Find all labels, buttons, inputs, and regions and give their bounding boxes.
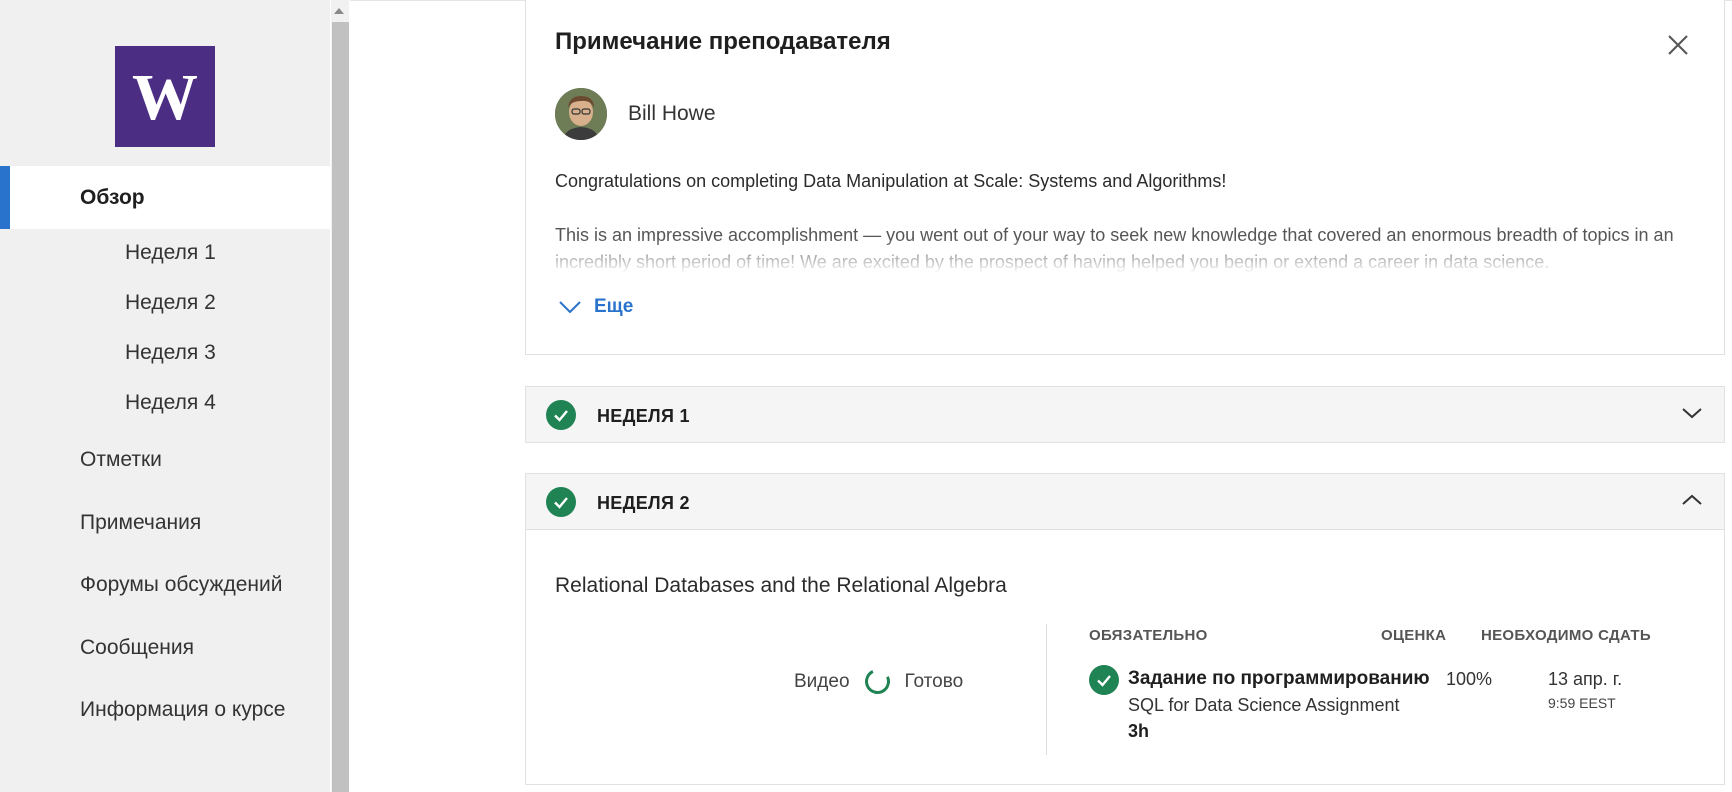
assignment-grade: 100%: [1446, 669, 1493, 689]
w-logo-icon: W: [132, 67, 198, 127]
sidebar-item-week-2[interactable]: Неделя 2: [0, 278, 330, 328]
sidebar-item-label: Неделя 3: [125, 341, 216, 364]
active-indicator: [0, 166, 10, 229]
sidebar-item-forums[interactable]: Форумы обсуждений: [0, 557, 330, 613]
university-logo[interactable]: W: [115, 46, 215, 147]
sidebar-item-messages[interactable]: Сообщения: [0, 620, 330, 676]
chevron-down-icon: [1682, 408, 1702, 419]
sidebar-item-label: Примечания: [80, 511, 202, 534]
close-icon[interactable]: [1665, 32, 1691, 58]
sidebar-item-label: Информация о курсе: [80, 698, 286, 721]
video-label: Видео: [794, 670, 850, 692]
sidebar-item-course-info[interactable]: Информация о курсе: [0, 682, 330, 738]
show-more-label: Еще: [594, 296, 634, 317]
note-paragraph: Congratulations on completing Data Manip…: [555, 171, 1227, 191]
sidebar-item-label: Неделя 2: [125, 291, 216, 314]
instructor-avatar: [555, 88, 607, 140]
sidebar-item-label: Обзор: [80, 185, 145, 209]
sidebar-item-label: Отметки: [80, 448, 162, 471]
column-header-due: НЕОБХОДИМО СДАТЬ: [1481, 627, 1651, 644]
svg-text:W: W: [132, 67, 198, 127]
week-label: НЕДЕЛЯ 1: [597, 406, 690, 426]
sidebar-item-overview[interactable]: Обзор: [0, 166, 330, 229]
sidebar-item-label: Неделя 1: [125, 241, 216, 264]
assignment-due-time: 9:59 EEST: [1548, 695, 1616, 711]
column-divider: [1046, 624, 1047, 755]
progress-ring-icon: [860, 665, 894, 698]
week-2-header[interactable]: НЕДЕЛЯ 2: [525, 473, 1725, 530]
sidebar-item-label: Сообщения: [80, 636, 194, 659]
check-icon: [546, 487, 576, 517]
video-status-row: Видео Готово: [794, 665, 964, 698]
sidebar-item-label: Неделя 4: [125, 391, 216, 414]
video-status: Готово: [904, 670, 964, 692]
week-label: НЕДЕЛЯ 2: [597, 493, 690, 513]
assignment-duration: 3h: [1128, 721, 1150, 741]
chevron-down-icon: [559, 301, 581, 314]
sidebar-item-week-3[interactable]: Неделя 3: [0, 328, 330, 378]
sidebar-item-grades[interactable]: Отметки: [0, 432, 330, 488]
page-title: Примечание преподавателя: [555, 28, 891, 55]
sidebar-item-label: Форумы обсуждений: [80, 573, 283, 596]
assignment-name[interactable]: SQL for Data Science Assignment: [1128, 695, 1399, 716]
scroll-up-arrow-icon[interactable]: [334, 8, 344, 14]
sidebar: W Обзор Неделя 1 Неделя 2 Неделя 3 Недел…: [0, 0, 330, 792]
show-more-button[interactable]: Еще: [558, 296, 633, 318]
sidebar-item-week-1[interactable]: Неделя 1: [0, 228, 330, 278]
chevron-up-icon: [1682, 494, 1702, 505]
sidebar-item-week-4[interactable]: Неделя 4: [0, 378, 330, 428]
column-header-required: ОБЯЗАТЕЛЬНО: [1089, 627, 1208, 644]
column-header-grade: ОЦЕНКА: [1381, 627, 1447, 644]
assignment-type[interactable]: Задание по программированию: [1128, 668, 1430, 690]
check-icon: [1089, 665, 1119, 695]
text-fade-overlay: [555, 238, 1705, 272]
assignment-due-date: 13 апр. г.: [1548, 669, 1623, 689]
check-icon: [546, 400, 576, 430]
lesson-title[interactable]: Relational Databases and the Relational …: [555, 574, 1007, 598]
sidebar-item-notes[interactable]: Примечания: [0, 495, 330, 551]
week-1-header[interactable]: НЕДЕЛЯ 1: [525, 386, 1725, 443]
instructor-name: Bill Howe: [628, 102, 716, 125]
scrollbar-thumb[interactable]: [332, 22, 349, 792]
